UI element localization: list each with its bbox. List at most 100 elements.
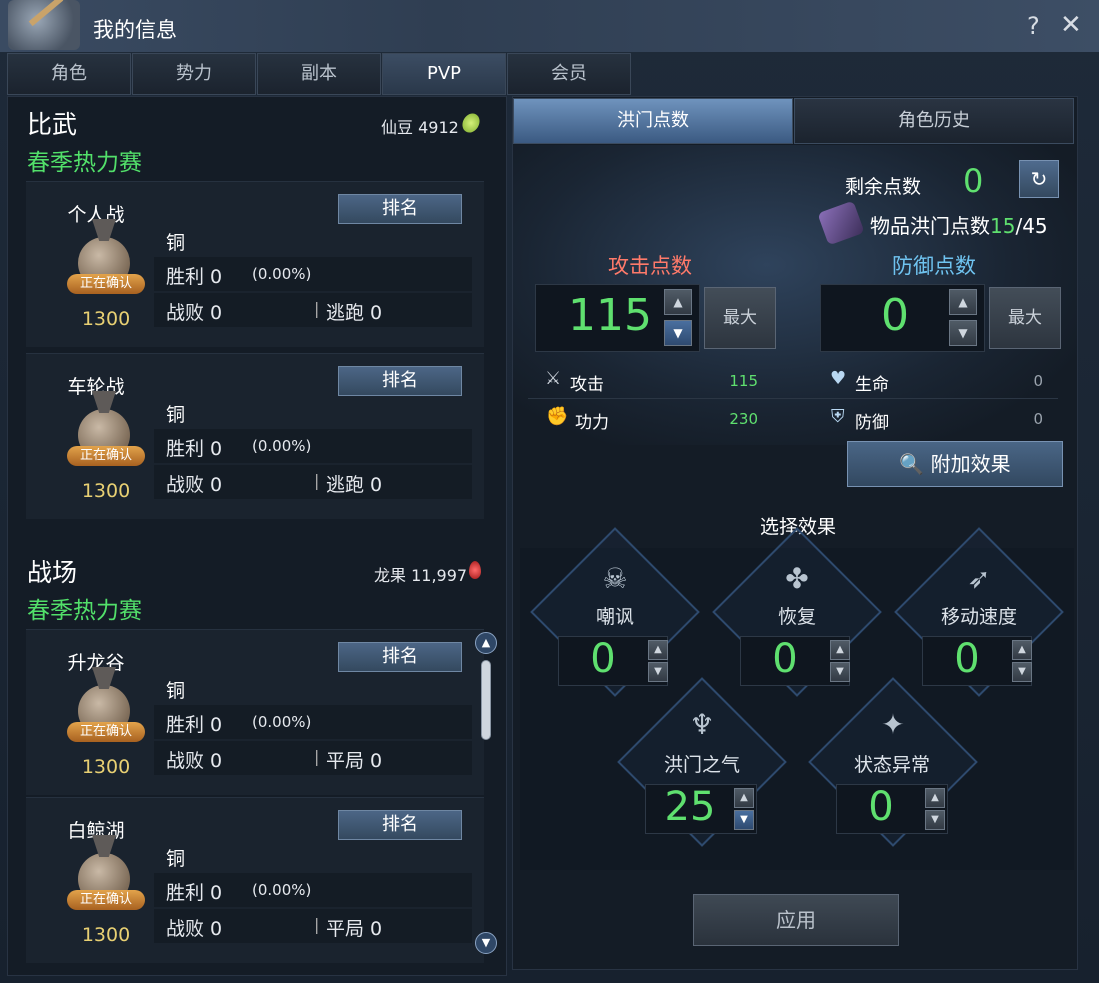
heart-icon: ♥: [830, 368, 847, 389]
pvp-card-relay: 车轮战 正在确认 1300 排名 铜 胜利 0 (0.00%) 战败 0 | 逃…: [26, 353, 484, 519]
escape-count: 逃跑 0: [326, 474, 383, 496]
remaining-points-value: 0: [963, 162, 984, 200]
attack-stat-value: 115: [729, 372, 758, 390]
pvp-card-solo: 个人战 正在确认 1300 排名 铜 胜利 0 (0.00%) 战败 0 | 逃…: [26, 181, 484, 347]
attack-max-button[interactable]: 最大: [704, 287, 776, 349]
attack-decrease-button[interactable]: ▼: [664, 320, 692, 346]
recovery-increase-button[interactable]: ▲: [830, 640, 850, 660]
effect-value-status-ailment: 0: [868, 784, 894, 830]
power-stat-label: 功力: [575, 413, 609, 433]
status-badge: 正在确认: [67, 274, 145, 294]
life-stat-value: 0: [1033, 372, 1043, 390]
loss-count: 战败 0: [166, 302, 223, 324]
stars-icon: ✦: [881, 708, 905, 741]
attack-increase-button[interactable]: ▲: [664, 289, 692, 315]
tier-label: 铜: [166, 680, 186, 702]
battlefield-season: 春季热力赛: [27, 598, 142, 624]
win-row: 胜利 0 (0.00%): [154, 429, 472, 463]
dragon-icon: ♆: [689, 708, 715, 741]
effect-value-taunt: 0: [590, 636, 616, 682]
status-ailment-decrease-button[interactable]: ▼: [925, 810, 945, 830]
defense-increase-button[interactable]: ▲: [949, 289, 977, 315]
hongmen-spirit-decrease-button[interactable]: ▼: [734, 810, 754, 830]
ranking-button[interactable]: 排名: [338, 642, 462, 672]
defense-stat-value: 0: [1033, 410, 1043, 428]
shield-icon: ⛨: [831, 406, 845, 427]
win-percent: (0.00%): [252, 881, 312, 899]
win-row: 胜利 0 (0.00%): [154, 257, 472, 291]
tab-character[interactable]: 角色: [7, 53, 131, 95]
separator: |: [314, 915, 320, 934]
taunt-decrease-button[interactable]: ▼: [648, 662, 668, 682]
separator: |: [314, 471, 320, 490]
effect-value-move-speed: 0: [954, 636, 980, 682]
close-button[interactable]: ✕: [1060, 10, 1082, 40]
effect-label-taunt: 嘲讽: [595, 606, 634, 628]
loss-row: 战败 0 | 平局 0: [154, 741, 472, 775]
tab-hongmen-points[interactable]: 洪门点数: [513, 98, 793, 144]
apply-button[interactable]: 应用: [693, 894, 899, 946]
search-icon: 🔍: [899, 452, 925, 476]
tab-member[interactable]: 会员: [507, 53, 631, 95]
stats-divider: [528, 398, 1058, 399]
longguo-currency: 龙果 11,997: [374, 566, 468, 585]
win-percent: (0.00%): [252, 713, 312, 731]
scrollbar-thumb[interactable]: [481, 660, 491, 740]
status-badge: 正在确认: [67, 890, 145, 910]
sprout-icon: ✤: [785, 562, 809, 595]
tab-faction[interactable]: 势力: [132, 53, 256, 95]
life-stat-label: 生命: [855, 375, 889, 395]
status-badge: 正在确认: [67, 446, 145, 466]
power-stat-value: 230: [729, 410, 758, 428]
separator: |: [314, 299, 320, 318]
attack-stat-label: 攻击: [570, 375, 604, 395]
additional-effects-label: 附加效果: [930, 452, 1011, 476]
loss-count: 战败 0: [166, 918, 223, 940]
defense-stat-label: 防御: [855, 413, 889, 433]
defense-points-value: 0: [881, 290, 909, 341]
defense-points-title: 防御点数: [892, 254, 976, 278]
win-count: 胜利 0: [166, 438, 223, 460]
separator: |: [314, 747, 320, 766]
reset-icon[interactable]: ↻: [1019, 160, 1059, 198]
bean-icon: [459, 110, 483, 136]
ranking-button[interactable]: 排名: [338, 194, 462, 224]
hongmen-spirit-increase-button[interactable]: ▲: [734, 788, 754, 808]
ranking-button[interactable]: 排名: [338, 366, 462, 396]
win-count: 胜利 0: [166, 714, 223, 736]
status-ailment-increase-button[interactable]: ▲: [925, 788, 945, 808]
skull-icon: ☠: [602, 562, 628, 595]
defense-max-button[interactable]: 最大: [989, 287, 1061, 349]
effect-label-hongmen-spirit: 洪门之气: [663, 754, 740, 776]
move-speed-decrease-button[interactable]: ▼: [1012, 662, 1032, 682]
ranking-button[interactable]: 排名: [338, 810, 462, 840]
loss-count: 战败 0: [166, 474, 223, 496]
pvp-records-panel: 比武 春季热力赛 仙豆 4912 个人战 正在确认 1300 排名 铜 胜利 0…: [7, 96, 507, 976]
defense-decrease-button[interactable]: ▼: [949, 320, 977, 346]
dragon-fruit-icon: [469, 561, 481, 579]
additional-effects-button[interactable]: 🔍 附加效果: [847, 441, 1063, 487]
move-speed-increase-button[interactable]: ▲: [1012, 640, 1032, 660]
attack-points-value: 115: [568, 290, 652, 341]
scroll-up-button[interactable]: ▲: [475, 632, 497, 654]
taunt-increase-button[interactable]: ▲: [648, 640, 668, 660]
loss-row: 战败 0 | 逃跑 0: [154, 465, 472, 499]
effect-value-recovery: 0: [772, 636, 798, 682]
biwu-season: 春季热力赛: [27, 150, 142, 176]
item-points-current: 15: [990, 214, 1016, 238]
item-points-text: 物品洪门点数: [870, 214, 990, 238]
tab-character-history[interactable]: 角色历史: [794, 98, 1074, 144]
effect-value-hongmen-spirit: 25: [664, 784, 716, 830]
tab-dungeon[interactable]: 副本: [257, 53, 381, 95]
tier-label: 铜: [166, 232, 186, 254]
loss-row: 战败 0 | 平局 0: [154, 909, 472, 943]
effect-label-status-ailment: 状态异常: [853, 754, 930, 776]
tab-pvp[interactable]: PVP: [382, 53, 506, 95]
recovery-decrease-button[interactable]: ▼: [830, 662, 850, 682]
tier-label: 铜: [166, 404, 186, 426]
scroll-down-button[interactable]: ▼: [475, 932, 497, 954]
win-row: 胜利 0 (0.00%): [154, 873, 472, 907]
window-title: 我的信息: [93, 18, 177, 42]
my-info-window: 我的信息 ? ✕ 角色 势力 副本 PVP 会员 比武 春季热力赛 仙豆 491…: [0, 0, 1099, 983]
help-button[interactable]: ?: [1027, 12, 1040, 40]
